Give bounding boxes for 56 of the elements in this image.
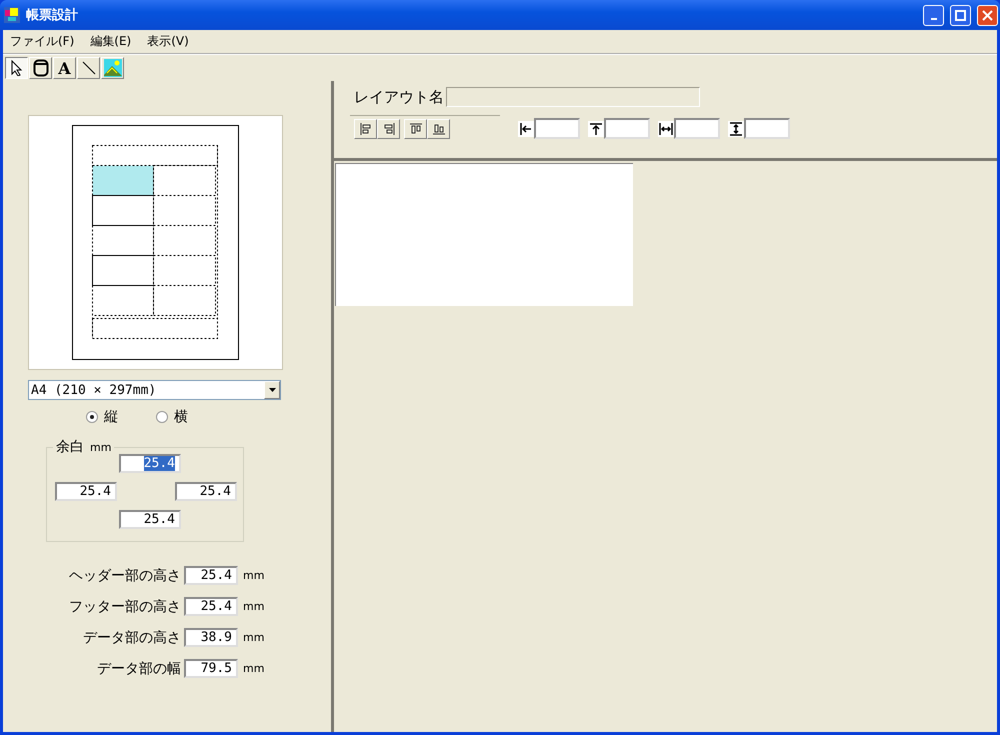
close-button[interactable]	[977, 4, 998, 26]
dimension-icon	[728, 120, 744, 136]
input-field[interactable]	[604, 118, 650, 139]
input-field[interactable]: 79.5	[184, 659, 238, 678]
align-icon	[408, 120, 424, 136]
close-icon	[982, 10, 993, 20]
layout-name-field[interactable]	[446, 87, 700, 107]
input-field[interactable]: 25.4	[184, 566, 238, 585]
field-label: データ部の幅	[97, 660, 181, 678]
menu-item[interactable]: 編集(E)	[89, 32, 132, 51]
margin-field[interactable]: 25.4	[119, 454, 181, 473]
margin-field[interactable]: 25.4	[175, 482, 237, 501]
orientation-radio[interactable]: 横	[156, 408, 188, 426]
caret-icon	[268, 388, 276, 392]
pointer-icon	[10, 60, 22, 76]
minimize-icon	[930, 18, 936, 20]
margin-field[interactable]: 25.4	[119, 510, 181, 529]
unit-label: mm	[243, 662, 261, 675]
field-label: データ部の高さ	[83, 628, 181, 646]
field-label: フッター部の高さ	[69, 598, 181, 616]
align-button[interactable]	[404, 118, 427, 138]
input-field[interactable]: 38.9	[184, 628, 238, 647]
align-icon	[358, 120, 374, 136]
paper-size-dropdown[interactable]: A4 (210 × 297mm)	[28, 380, 281, 400]
align-button[interactable]	[354, 118, 377, 138]
dropdown-button[interactable]	[264, 381, 280, 399]
maximize-icon	[955, 10, 966, 20]
menu-item[interactable]: ファイル(F)	[9, 32, 76, 51]
unit-label: mm	[243, 631, 261, 644]
dimension-icon	[658, 120, 674, 136]
orientation-radio[interactable]: 縦	[86, 408, 118, 426]
align-button[interactable]	[427, 118, 450, 138]
unit-label: mm	[243, 600, 261, 613]
align-button[interactable]	[377, 118, 400, 138]
dimension-icon	[588, 120, 604, 136]
input-field[interactable]	[674, 118, 720, 139]
tool-button[interactable]	[5, 57, 28, 79]
landscape-icon	[104, 59, 122, 77]
input-field[interactable]	[534, 118, 580, 139]
input-field[interactable]	[744, 118, 790, 139]
dimension-icon	[518, 120, 534, 136]
unit-label: mm	[90, 441, 112, 454]
group-title: 余白	[56, 439, 84, 455]
minimize-button[interactable]	[923, 4, 944, 26]
app-icon	[4, 7, 20, 23]
input-field[interactable]: 25.4	[184, 597, 238, 616]
margin-field[interactable]: 25.4	[55, 482, 117, 501]
unit-label: mm	[243, 569, 261, 582]
cylinder-icon	[32, 59, 48, 77]
window-title: 帳票設計	[26, 6, 79, 24]
menu-item[interactable]: 表示(V)	[146, 32, 190, 51]
field-label: ヘッダー部の高さ	[69, 566, 181, 584]
tool-button[interactable]: A	[53, 57, 76, 79]
field-label: レイアウト名	[354, 88, 444, 106]
line-icon	[82, 61, 96, 75]
maximize-button[interactable]	[950, 4, 971, 26]
